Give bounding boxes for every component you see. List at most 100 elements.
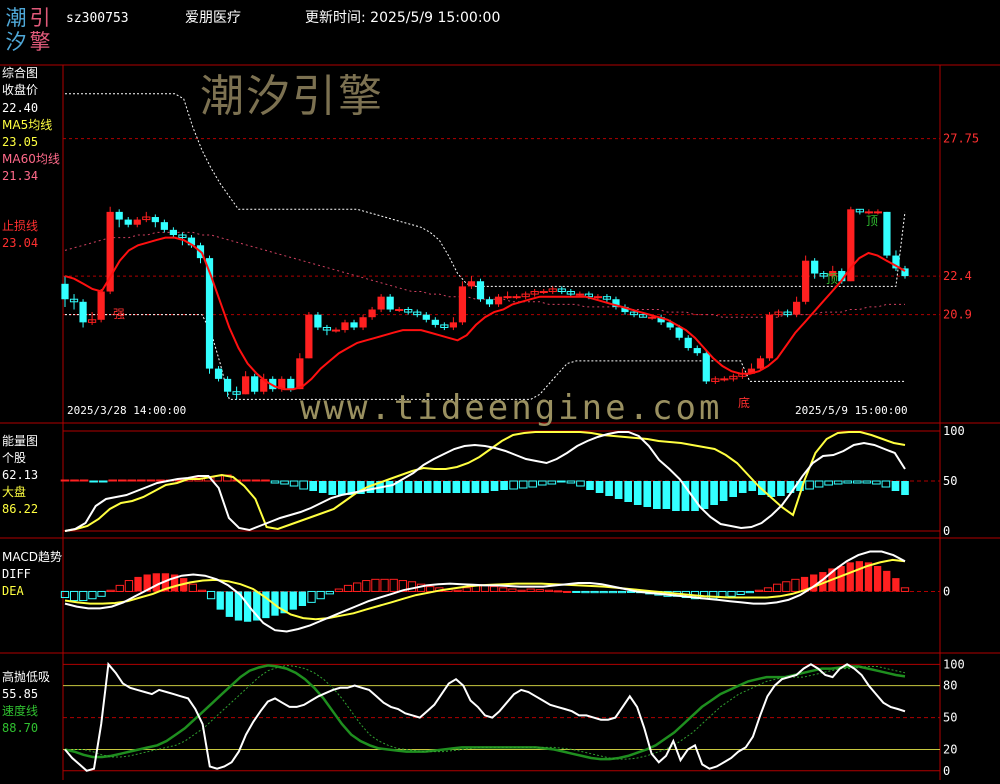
energy-bar <box>98 480 108 483</box>
macd-bar <box>791 578 800 592</box>
macd-bar <box>883 570 891 592</box>
macd-bar <box>197 589 207 592</box>
energy-bar <box>318 481 327 493</box>
energy-bar <box>261 479 270 482</box>
candle-body <box>214 368 223 379</box>
energy-bar <box>843 480 853 484</box>
dea-line <box>64 558 906 621</box>
energy-bar <box>270 480 280 484</box>
macd-bar <box>115 584 124 592</box>
candle-body <box>575 293 584 296</box>
gdx-y-tick: 80 <box>943 679 957 693</box>
energy-bar <box>605 481 613 496</box>
energy-bar <box>338 481 346 495</box>
energy-y-tick: 50 <box>943 474 957 488</box>
stop-loss-label: 止损线 <box>2 219 39 233</box>
dea-label: DEA <box>2 584 24 598</box>
gdx-speed-line <box>64 664 906 761</box>
energy-bar <box>423 481 432 493</box>
energy-bar <box>60 479 70 482</box>
energy-bar <box>127 479 137 482</box>
candle-body <box>305 314 313 359</box>
macd-bar <box>563 590 572 593</box>
diff-label: DIFF <box>2 567 31 581</box>
signal-top: 顶 <box>866 214 879 228</box>
macd-bar <box>873 566 882 592</box>
start-date-label: 2025/3/28 14:00:00 <box>67 404 187 417</box>
macd-bar <box>754 589 764 592</box>
candle-body <box>97 291 105 320</box>
energy-panel-title: 能量图 <box>2 434 39 448</box>
macd-bar <box>307 590 316 603</box>
ma5-label: MA5均线 <box>2 118 53 132</box>
candle-body <box>702 353 710 382</box>
gdx-speed-value: 88.70 <box>2 721 39 735</box>
main-panel-title: 综合图 <box>2 66 39 80</box>
candle-body <box>395 309 404 312</box>
energy-bar <box>576 480 585 487</box>
close-value: 22.40 <box>2 101 39 115</box>
macd-bar <box>745 590 754 594</box>
gdx-y-tick: 20 <box>943 743 957 757</box>
macd-bar <box>892 578 900 592</box>
candle-body <box>350 322 358 328</box>
macd-bar <box>855 561 863 592</box>
energy-bar <box>662 481 671 509</box>
macd-bar <box>362 580 371 592</box>
macd-bar <box>343 584 353 592</box>
gdx-speed-label: 速度线 <box>2 704 39 718</box>
candle-body <box>765 314 774 359</box>
macd-bar <box>489 586 499 592</box>
energy-bar <box>852 480 862 484</box>
energy-bar <box>89 480 98 483</box>
energy-bar <box>462 481 470 493</box>
candle-body <box>151 217 159 223</box>
candle-body <box>223 378 232 392</box>
energy-bar <box>251 479 261 482</box>
energy-y-tick: 0 <box>943 524 950 538</box>
macd-bar <box>353 582 362 592</box>
close-label: 收盘价 <box>2 83 39 97</box>
candle-body <box>675 327 683 338</box>
energy-bar <box>481 481 489 493</box>
macd-bar <box>60 590 70 599</box>
candle-body <box>864 211 873 214</box>
energy-bar <box>289 480 299 487</box>
energy-bar <box>710 481 718 505</box>
macd-bar <box>206 590 216 600</box>
candle-body <box>693 348 701 354</box>
energy-bar <box>117 479 127 482</box>
energy-bar <box>443 481 451 493</box>
signal-bottom: 底 <box>738 396 751 410</box>
candle-body <box>160 222 168 230</box>
energy-bar <box>595 481 604 493</box>
macd-bar <box>316 590 325 600</box>
macd-bar <box>773 583 782 592</box>
energy-bar <box>137 479 146 482</box>
macd-bar <box>371 578 380 592</box>
watermark-url: www.tideengine.com <box>300 388 723 428</box>
candle-body <box>593 296 603 299</box>
macd-bar <box>407 581 417 592</box>
macd-bar <box>581 590 590 594</box>
energy-bar <box>547 480 557 485</box>
macd-bar <box>462 587 471 592</box>
macd-bar <box>517 589 526 592</box>
macd-bar <box>334 588 344 592</box>
candle-body <box>242 376 250 395</box>
signal-top-2: 顶 <box>826 272 839 286</box>
logo-char: 潮 <box>5 6 27 30</box>
energy-bar <box>490 481 499 491</box>
candle-body <box>287 378 295 390</box>
energy-bar <box>672 481 680 511</box>
candle-body <box>341 322 349 331</box>
macd-bar <box>289 591 297 610</box>
candle-body <box>793 301 801 315</box>
signal-strong: 强 <box>113 307 126 321</box>
energy-bar <box>108 479 118 482</box>
candle-body <box>331 329 341 332</box>
macd-bar <box>134 576 142 592</box>
macd-bar <box>736 590 745 595</box>
macd-bar <box>900 587 910 592</box>
energy-bar <box>891 481 900 491</box>
